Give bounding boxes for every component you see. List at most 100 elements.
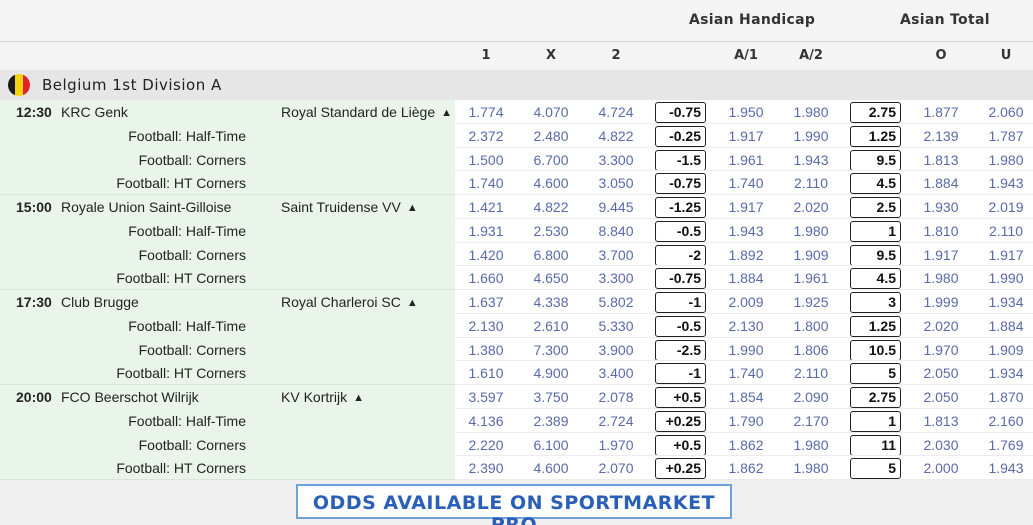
- odds-home[interactable]: 1.660: [456, 270, 516, 286]
- odds-away[interactable]: 3.700: [586, 247, 646, 263]
- chevron-up-icon[interactable]: ▲: [407, 297, 418, 309]
- odds-ah-home[interactable]: 1.854: [716, 389, 776, 405]
- odds-over[interactable]: 1.877: [911, 104, 971, 120]
- odds-under[interactable]: 2.160: [976, 413, 1033, 429]
- odds-under[interactable]: 1.980: [976, 152, 1033, 168]
- odds-ah-home[interactable]: 1.862: [716, 437, 776, 453]
- odds-away[interactable]: 8.840: [586, 223, 646, 239]
- odds-over[interactable]: 1.980: [911, 270, 971, 286]
- odds-away[interactable]: 9.445: [586, 199, 646, 215]
- away-team[interactable]: Royal Standard de Liège ▲: [281, 104, 452, 120]
- odds-over[interactable]: 2.139: [911, 128, 971, 144]
- odds-under[interactable]: 2.019: [976, 199, 1033, 215]
- odds-ah-away[interactable]: 2.170: [781, 413, 841, 429]
- odds-ah-home[interactable]: 1.990: [716, 342, 776, 358]
- odds-ah-home[interactable]: 1.917: [716, 128, 776, 144]
- away-team[interactable]: Saint Truidense VV ▲: [281, 199, 418, 215]
- odds-under[interactable]: 1.943: [976, 175, 1033, 191]
- odds-ah-away[interactable]: 1.909: [781, 247, 841, 263]
- odds-home[interactable]: 1.931: [456, 223, 516, 239]
- odds-draw[interactable]: 4.600: [521, 175, 581, 191]
- chevron-up-icon[interactable]: ▲: [353, 392, 364, 404]
- odds-draw[interactable]: 6.100: [521, 437, 581, 453]
- odds-over[interactable]: 2.050: [911, 365, 971, 381]
- odds-home[interactable]: 1.774: [456, 104, 516, 120]
- odds-draw[interactable]: 4.900: [521, 365, 581, 381]
- odds-ah-away[interactable]: 1.943: [781, 152, 841, 168]
- odds-over[interactable]: 1.813: [911, 152, 971, 168]
- odds-over[interactable]: 1.930: [911, 199, 971, 215]
- away-team[interactable]: KV Kortrijk ▲: [281, 389, 364, 405]
- odds-over[interactable]: 2.050: [911, 389, 971, 405]
- odds-draw[interactable]: 2.530: [521, 223, 581, 239]
- odds-home[interactable]: 4.136: [456, 413, 516, 429]
- odds-away[interactable]: 1.970: [586, 437, 646, 453]
- odds-draw[interactable]: 4.600: [521, 460, 581, 476]
- odds-draw[interactable]: 2.610: [521, 318, 581, 334]
- odds-home[interactable]: 1.420: [456, 247, 516, 263]
- odds-away[interactable]: 3.900: [586, 342, 646, 358]
- odds-ah-home[interactable]: 1.961: [716, 152, 776, 168]
- odds-ah-home[interactable]: 2.009: [716, 294, 776, 310]
- odds-over[interactable]: 1.917: [911, 247, 971, 263]
- odds-draw[interactable]: 4.070: [521, 104, 581, 120]
- odds-under[interactable]: 1.870: [976, 389, 1033, 405]
- odds-home[interactable]: 1.610: [456, 365, 516, 381]
- odds-under[interactable]: 2.060: [976, 104, 1033, 120]
- odds-away[interactable]: 5.330: [586, 318, 646, 334]
- odds-home[interactable]: 1.740: [456, 175, 516, 191]
- odds-ah-home[interactable]: 1.943: [716, 223, 776, 239]
- odds-ah-home[interactable]: 1.862: [716, 460, 776, 476]
- odds-under[interactable]: 1.934: [976, 294, 1033, 310]
- odds-over[interactable]: 1.810: [911, 223, 971, 239]
- odds-ah-away[interactable]: 1.990: [781, 128, 841, 144]
- odds-ah-home[interactable]: 1.917: [716, 199, 776, 215]
- odds-away[interactable]: 2.724: [586, 413, 646, 429]
- odds-home[interactable]: 1.500: [456, 152, 516, 168]
- odds-away[interactable]: 3.300: [586, 270, 646, 286]
- odds-away[interactable]: 3.050: [586, 175, 646, 191]
- odds-away[interactable]: 2.070: [586, 460, 646, 476]
- odds-ah-home[interactable]: 1.892: [716, 247, 776, 263]
- odds-under[interactable]: 1.917: [976, 247, 1033, 263]
- odds-home[interactable]: 1.421: [456, 199, 516, 215]
- odds-draw[interactable]: 6.800: [521, 247, 581, 263]
- odds-ah-away[interactable]: 1.800: [781, 318, 841, 334]
- odds-ah-away[interactable]: 1.980: [781, 437, 841, 453]
- odds-ah-away[interactable]: 2.020: [781, 199, 841, 215]
- odds-away[interactable]: 5.802: [586, 294, 646, 310]
- odds-home[interactable]: 1.380: [456, 342, 516, 358]
- odds-away[interactable]: 2.078: [586, 389, 646, 405]
- odds-draw[interactable]: 3.750: [521, 389, 581, 405]
- odds-home[interactable]: 2.372: [456, 128, 516, 144]
- odds-ah-home[interactable]: 1.950: [716, 104, 776, 120]
- odds-ah-away[interactable]: 2.110: [781, 175, 841, 191]
- odds-over[interactable]: 1.970: [911, 342, 971, 358]
- odds-ah-away[interactable]: 1.961: [781, 270, 841, 286]
- odds-draw[interactable]: 6.700: [521, 152, 581, 168]
- odds-ah-home[interactable]: 1.740: [716, 175, 776, 191]
- odds-home[interactable]: 1.637: [456, 294, 516, 310]
- odds-home[interactable]: 2.130: [456, 318, 516, 334]
- odds-under[interactable]: 1.943: [976, 460, 1033, 476]
- odds-ah-away[interactable]: 1.925: [781, 294, 841, 310]
- odds-under[interactable]: 2.110: [976, 223, 1033, 239]
- odds-under[interactable]: 1.787: [976, 128, 1033, 144]
- odds-ah-away[interactable]: 1.980: [781, 460, 841, 476]
- odds-under[interactable]: 1.934: [976, 365, 1033, 381]
- odds-away[interactable]: 3.400: [586, 365, 646, 381]
- odds-ah-home[interactable]: 1.790: [716, 413, 776, 429]
- odds-over[interactable]: 2.000: [911, 460, 971, 476]
- odds-ah-away[interactable]: 1.980: [781, 223, 841, 239]
- odds-draw[interactable]: 4.822: [521, 199, 581, 215]
- odds-over[interactable]: 1.813: [911, 413, 971, 429]
- chevron-up-icon[interactable]: ▲: [441, 107, 452, 119]
- chevron-up-icon[interactable]: ▲: [407, 202, 418, 214]
- odds-under[interactable]: 1.990: [976, 270, 1033, 286]
- odds-under[interactable]: 1.769: [976, 437, 1033, 453]
- odds-draw[interactable]: 2.389: [521, 413, 581, 429]
- odds-over[interactable]: 1.999: [911, 294, 971, 310]
- odds-ah-home[interactable]: 2.130: [716, 318, 776, 334]
- odds-draw[interactable]: 2.480: [521, 128, 581, 144]
- away-team[interactable]: Royal Charleroi SC ▲: [281, 294, 418, 310]
